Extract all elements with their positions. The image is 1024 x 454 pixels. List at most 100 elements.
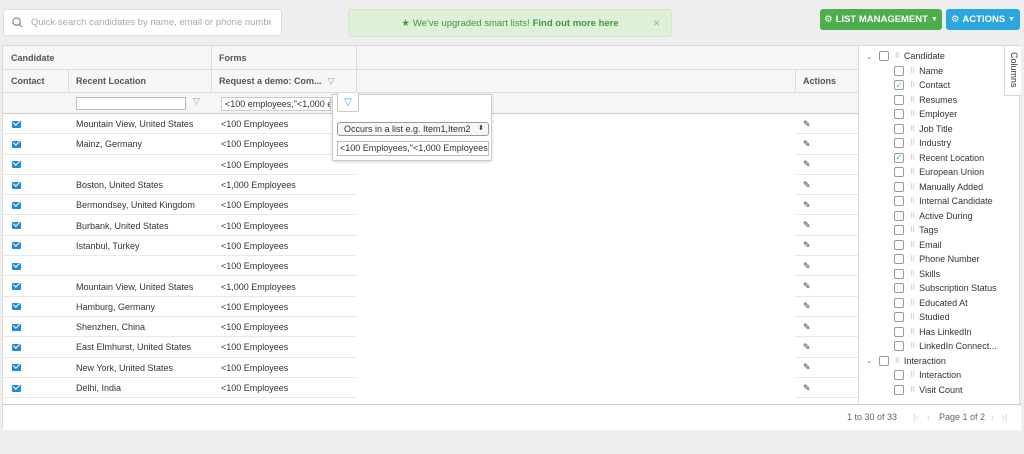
list-management-button[interactable]: ⚙ LIST MANAGEMENT ▼	[820, 9, 942, 30]
column-option[interactable]: ⠿ Skills	[894, 267, 940, 282]
email-icon[interactable]	[12, 155, 21, 175]
table-row[interactable]: Istanbul, Turkey <100 Employees ✎	[3, 236, 858, 257]
edit-icon[interactable]: ✎	[803, 155, 811, 175]
checkbox[interactable]	[894, 138, 904, 149]
drag-handle-icon[interactable]: ⠿	[910, 154, 915, 162]
table-row[interactable]: Burbank, United States <100 Employees ✎	[3, 216, 858, 236]
edit-icon[interactable]: ✎	[803, 337, 811, 357]
checkbox[interactable]	[894, 268, 904, 279]
drag-handle-icon[interactable]: ⠿	[910, 371, 915, 379]
request-demo-filter-input[interactable]: <100 employees,"<1,000 emp	[221, 97, 331, 111]
location-filter-input[interactable]	[76, 97, 186, 110]
table-row[interactable]: Delhi, India <100 Employees ✎	[3, 378, 858, 399]
email-icon[interactable]	[12, 114, 21, 134]
search-input[interactable]	[31, 17, 271, 28]
checkbox[interactable]	[878, 355, 889, 366]
table-row[interactable]: East Elmhurst, United States <100 Employe…	[3, 337, 858, 358]
column-option[interactable]: ⠿ Interaction	[894, 368, 961, 383]
drag-handle-icon[interactable]: ⠿	[910, 328, 915, 336]
edit-icon[interactable]: ✎	[803, 358, 811, 378]
edit-icon[interactable]: ✎	[803, 297, 811, 317]
email-icon[interactable]	[12, 378, 21, 398]
edit-icon[interactable]: ✎	[803, 175, 811, 195]
table-row[interactable]: New York, United States <100 Employees ✎	[3, 358, 858, 378]
column-option[interactable]: ✓ ⠿ Recent Location	[894, 151, 984, 166]
drag-handle-icon[interactable]: ⠿	[910, 168, 915, 176]
column-option[interactable]: ⠿ Manually Added	[894, 180, 983, 195]
table-row[interactable]: Mountain View, United States <1,000 Emplo…	[3, 276, 858, 297]
drag-handle-icon[interactable]: ⠿	[910, 386, 915, 394]
edit-icon[interactable]: ✎	[803, 134, 811, 154]
column-option[interactable]: ⠿ Email	[894, 238, 942, 253]
chevron-down-icon[interactable]: ⌄	[866, 52, 873, 61]
table-row[interactable]: <100 Employees ✎	[3, 256, 858, 277]
column-group-candidate[interactable]: ⌄ ⠿ Candidate	[866, 49, 945, 64]
column-option[interactable]: ⠿ Educated At	[894, 296, 968, 311]
column-option[interactable]: ⠿ Phone Number	[894, 252, 980, 267]
checkbox[interactable]	[894, 181, 904, 192]
drag-handle-icon[interactable]: ⠿	[910, 212, 915, 220]
column-group-interaction[interactable]: ⌄ ⠿ Interaction	[866, 354, 946, 369]
notice-link[interactable]: Find out more here	[533, 18, 619, 29]
close-icon[interactable]: ×	[653, 16, 660, 30]
table-row[interactable]: Hamburg, Germany <100 Employees ✎	[3, 297, 858, 317]
actions-button[interactable]: ⚙ ACTIONS ▼	[946, 9, 1020, 30]
drag-handle-icon[interactable]: ⠿	[895, 52, 900, 60]
drag-handle-icon[interactable]: ⠿	[910, 67, 915, 75]
filter-operator-select[interactable]: Occurs in a list e.g. Item1,Item2 ⬍	[337, 122, 489, 136]
filter-icon[interactable]: ▽	[328, 76, 335, 87]
drag-handle-icon[interactable]: ⠿	[910, 270, 915, 278]
column-option[interactable]: ⠿ Employer	[894, 107, 957, 122]
checkbox[interactable]	[894, 109, 904, 120]
table-row[interactable]: Shenzhen, China <100 Employees ✎	[3, 317, 858, 338]
filter-icon[interactable]: ▽	[337, 93, 359, 112]
column-option[interactable]: ⠿ Job Title	[894, 122, 953, 137]
checkbox[interactable]	[894, 283, 904, 294]
email-icon[interactable]	[12, 175, 21, 195]
edit-icon[interactable]: ✎	[803, 276, 811, 296]
column-header-request-demo[interactable]: Request a demo: Com... ▽	[211, 70, 356, 92]
column-header-contact[interactable]: Contact	[3, 70, 68, 92]
columns-side-tab[interactable]: Columns	[1004, 46, 1021, 96]
edit-icon[interactable]: ✎	[803, 256, 811, 276]
filter-icon[interactable]: ▽	[193, 96, 200, 107]
checkbox[interactable]	[894, 326, 904, 337]
checkbox[interactable]	[894, 254, 904, 265]
chevron-down-icon[interactable]: ⌄	[866, 356, 873, 365]
email-icon[interactable]	[12, 317, 21, 337]
column-option[interactable]: ⠿ Internal Candidate	[894, 194, 993, 209]
checkbox[interactable]: ✓	[894, 152, 904, 163]
email-icon[interactable]	[12, 358, 21, 378]
table-row[interactable]: Bermondsey, United Kingdom <100 Employees…	[3, 195, 858, 216]
column-option[interactable]: ⠿ Visit Count	[894, 383, 963, 398]
prev-page-icon[interactable]: ‹	[927, 412, 930, 422]
email-icon[interactable]	[12, 297, 21, 317]
drag-handle-icon[interactable]: ⠿	[910, 241, 915, 249]
edit-icon[interactable]: ✎	[803, 195, 811, 215]
drag-handle-icon[interactable]: ⠿	[910, 299, 915, 307]
checkbox[interactable]	[894, 123, 904, 134]
email-icon[interactable]	[12, 276, 21, 296]
email-icon[interactable]	[12, 195, 21, 215]
drag-handle-icon[interactable]: ⠿	[910, 125, 915, 133]
checkbox[interactable]	[894, 196, 904, 207]
column-option[interactable]: ✓ ⠿ Contact	[894, 78, 950, 93]
edit-icon[interactable]: ✎	[803, 216, 811, 236]
column-option[interactable]: ⠿ Subscription Status	[894, 281, 997, 296]
checkbox[interactable]	[894, 297, 904, 308]
checkbox[interactable]	[894, 370, 904, 381]
drag-handle-icon[interactable]: ⠿	[910, 96, 915, 104]
checkbox[interactable]	[894, 65, 904, 76]
drag-handle-icon[interactable]: ⠿	[910, 255, 915, 263]
edit-icon[interactable]: ✎	[803, 317, 811, 337]
column-option[interactable]: ⠿ Tags	[894, 223, 938, 238]
last-page-icon[interactable]: ›|	[1002, 412, 1007, 422]
column-option[interactable]: ⠿ Resumes	[894, 93, 957, 108]
checkbox[interactable]	[894, 239, 904, 250]
edit-icon[interactable]: ✎	[803, 114, 811, 134]
column-option[interactable]: ⠿ Name	[894, 64, 943, 79]
checkbox[interactable]: ✓	[894, 80, 904, 91]
drag-handle-icon[interactable]: ⠿	[910, 313, 915, 321]
checkbox[interactable]	[894, 312, 904, 323]
column-option[interactable]: ⠿ European Union	[894, 165, 984, 180]
